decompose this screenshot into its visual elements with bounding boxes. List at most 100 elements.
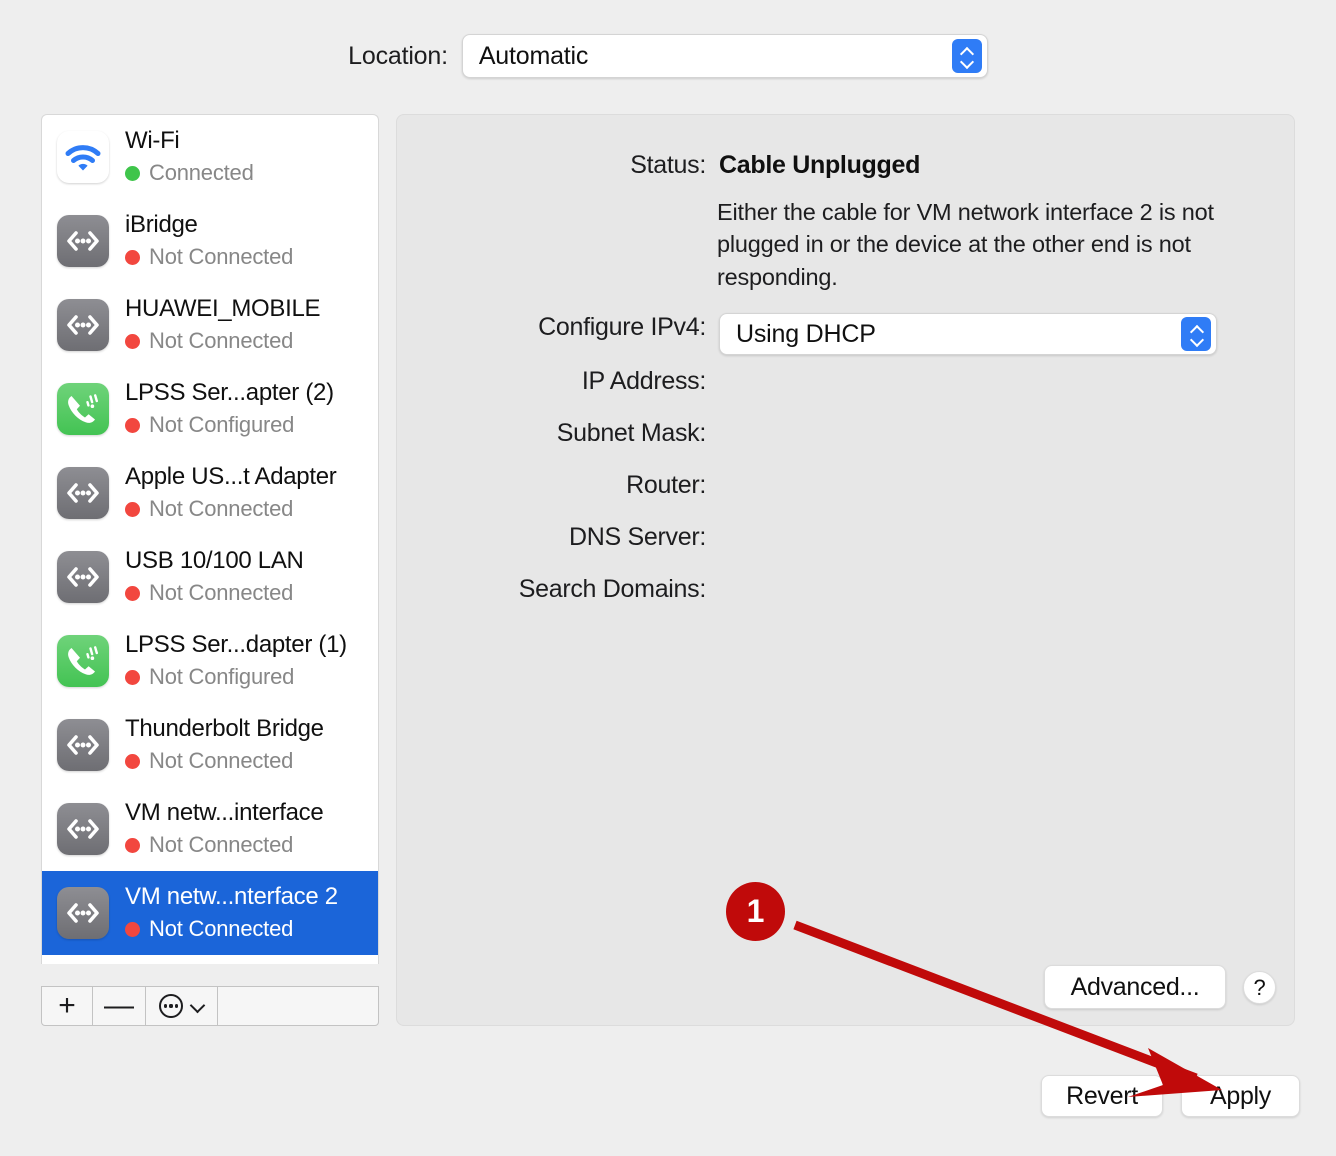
chevron-down-icon	[1190, 336, 1203, 343]
configure-ipv4-dropdown[interactable]: Using DHCP	[719, 313, 1217, 355]
dns-server-row: DNS Server:	[397, 523, 719, 552]
wifi-icon	[57, 131, 109, 183]
ethernet-icon	[57, 299, 109, 351]
status-description: Either the cable for VM network interfac…	[717, 196, 1217, 293]
minus-icon: —	[104, 991, 134, 1021]
network-service-text: HUAWEI_MOBILE Not Connected	[125, 296, 320, 354]
network-service-item[interactable]: Thunderbolt Bridge Not Connected	[42, 703, 378, 787]
search-domains-label: Search Domains:	[397, 575, 719, 604]
network-service-item[interactable]: VM netw...interface Not Connected	[42, 787, 378, 871]
network-service-name: VM netw...nterface 2	[125, 884, 338, 910]
network-service-status-label: Not Configured	[149, 412, 294, 438]
location-label: Location:	[348, 42, 448, 71]
status-value: Cable Unplugged	[719, 151, 920, 180]
chevron-down-icon	[190, 1002, 204, 1010]
remove-service-button[interactable]: —	[93, 987, 146, 1025]
network-service-item[interactable]: HUAWEI_MOBILE Not Connected	[42, 283, 378, 367]
network-service-item[interactable]: LPSS Ser...apter (2) Not Configured	[42, 367, 378, 451]
ethernet-icon	[57, 215, 109, 267]
status-dot-icon	[125, 502, 140, 517]
ethernet-icon	[57, 719, 109, 771]
network-service-name: HUAWEI_MOBILE	[125, 296, 320, 322]
status-dot-icon	[125, 250, 140, 265]
network-service-name: Apple US...t Adapter	[125, 464, 336, 490]
dns-server-label: DNS Server:	[397, 523, 719, 552]
status-dot-icon	[125, 754, 140, 769]
status-dot-icon	[125, 334, 140, 349]
network-services-list[interactable]: Wi-Fi Connected iBridgeNot Connected HUAWEI…	[41, 114, 379, 964]
apply-button[interactable]: Apply	[1181, 1075, 1300, 1117]
advanced-button[interactable]: Advanced...	[1044, 965, 1226, 1009]
configure-ipv4-label: Configure IPv4:	[397, 313, 719, 342]
stepper-up-down-icon[interactable]	[952, 39, 982, 73]
network-service-name: VM netw...interface	[125, 800, 323, 826]
network-service-text: Apple US...t Adapter Not Connected	[125, 464, 336, 522]
add-service-button[interactable]: +	[42, 987, 93, 1025]
network-service-text: LPSS Ser...dapter (1) Not Configured	[125, 632, 347, 690]
ellipsis-circle-icon	[159, 994, 183, 1018]
network-service-status-label: Not Connected	[149, 496, 293, 522]
network-service-status: Connected	[125, 160, 254, 186]
location-row: Location: Automatic	[0, 34, 1336, 78]
network-service-status: Not Connected	[125, 328, 320, 354]
revert-button[interactable]: Revert	[1041, 1075, 1163, 1117]
ip-address-row: IP Address:	[397, 367, 719, 396]
network-service-name: Wi-Fi	[125, 128, 254, 154]
subnet-mask-label: Subnet Mask:	[397, 419, 719, 448]
network-service-status-label: Not Connected	[149, 916, 293, 942]
network-service-text: Wi-Fi Connected	[125, 128, 254, 186]
network-service-item[interactable]: VM netw...nterface 2 Not Connected	[42, 871, 378, 955]
help-button[interactable]: ?	[1243, 971, 1276, 1004]
network-service-status: Not Configured	[125, 412, 334, 438]
chevron-up-icon	[960, 48, 973, 55]
network-service-status-label: Not Configured	[149, 664, 294, 690]
network-service-status: Not Connected	[125, 580, 304, 606]
ethernet-icon	[57, 467, 109, 519]
network-service-item[interactable]: LPSS Ser...dapter (1) Not Configured	[42, 619, 378, 703]
network-service-status-label: Not Connected	[149, 244, 293, 270]
stepper-up-down-icon[interactable]	[1181, 317, 1211, 351]
chevron-up-icon	[1190, 326, 1203, 333]
network-service-status: Not Configured	[125, 664, 347, 690]
annotation-badge-1: 1	[726, 882, 785, 941]
status-dot-icon	[125, 166, 140, 181]
plus-icon: +	[58, 991, 76, 1021]
status-dot-icon	[125, 838, 140, 853]
ip-address-label: IP Address:	[397, 367, 719, 396]
network-service-status-label: Not Connected	[149, 328, 293, 354]
network-service-status-label: Not Connected	[149, 748, 293, 774]
network-service-status-label: Not Connected	[149, 832, 293, 858]
network-service-name: Thunderbolt Bridge	[125, 716, 324, 742]
network-service-text: USB 10/100 LAN Not Connected	[125, 548, 304, 606]
network-service-status-label: Connected	[149, 160, 254, 186]
configure-ipv4-row: Configure IPv4: Using DHCP	[397, 313, 1217, 355]
network-services-toolbar: + —	[41, 986, 379, 1026]
network-service-name: LPSS Ser...dapter (1)	[125, 632, 347, 658]
subnet-mask-row: Subnet Mask:	[397, 419, 719, 448]
router-label: Router:	[397, 471, 719, 500]
network-service-name: USB 10/100 LAN	[125, 548, 304, 574]
modem-icon	[57, 383, 109, 435]
status-dot-icon	[125, 670, 140, 685]
service-actions-button[interactable]	[146, 987, 218, 1025]
network-service-text: LPSS Ser...apter (2) Not Configured	[125, 380, 334, 438]
network-service-status: Not Connected	[125, 496, 336, 522]
network-service-status: Not Connected	[125, 916, 338, 942]
network-service-name: LPSS Ser...apter (2)	[125, 380, 334, 406]
network-service-item[interactable]: iBridgeNot Connected	[42, 199, 378, 283]
network-service-status-label: Not Connected	[149, 580, 293, 606]
status-dot-icon	[125, 586, 140, 601]
network-service-item[interactable]: USB 10/100 LAN Not Connected	[42, 535, 378, 619]
network-service-item[interactable]: Apple US...t Adapter Not Connected	[42, 451, 378, 535]
status-dot-icon	[125, 922, 140, 937]
network-preferences-window: Location: Automatic Wi-Fi Connected iBridg…	[0, 0, 1336, 1156]
chevron-down-icon	[960, 58, 973, 65]
network-service-status: Not Connected	[125, 748, 324, 774]
toolbar-spacer	[218, 987, 378, 1025]
modem-icon	[57, 635, 109, 687]
ethernet-icon	[57, 803, 109, 855]
network-service-item[interactable]: Wi-Fi Connected	[42, 115, 378, 199]
configure-ipv4-value: Using DHCP	[720, 320, 876, 349]
location-dropdown[interactable]: Automatic	[462, 34, 988, 78]
network-service-text: Thunderbolt Bridge Not Connected	[125, 716, 324, 774]
